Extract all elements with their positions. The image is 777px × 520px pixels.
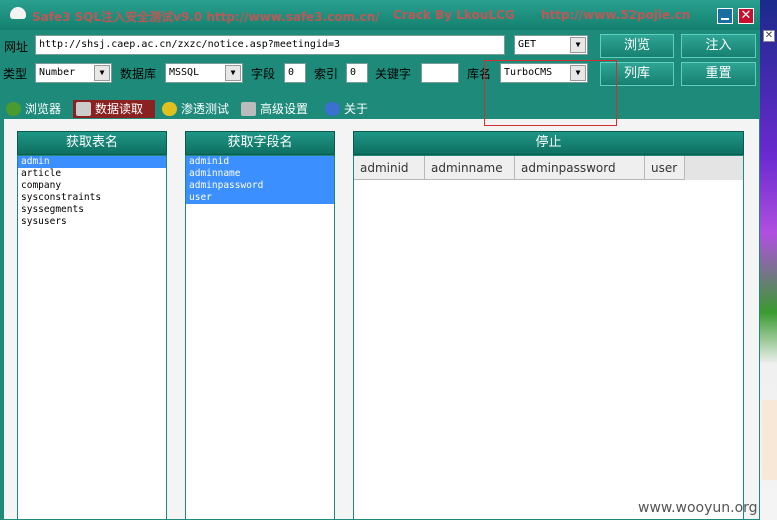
column-header[interactable]: user xyxy=(645,156,685,180)
list-item[interactable]: admin xyxy=(18,156,166,168)
db-value: MSSQL xyxy=(169,67,200,78)
type-label: 类型 xyxy=(3,67,28,81)
field-input[interactable]: 0 xyxy=(284,63,306,83)
window-title-url: http://www.52pojie.cn xyxy=(541,8,691,22)
tab-data-read[interactable]: 数据读取 xyxy=(73,100,155,118)
list-item[interactable]: adminid xyxy=(186,156,334,168)
radiation-icon xyxy=(162,102,177,116)
tab-label: 浏览器 xyxy=(25,102,62,116)
minimize-button[interactable] xyxy=(717,8,733,24)
tab-label: 渗透测试 xyxy=(181,102,230,116)
desktop-figure xyxy=(762,400,777,480)
column-header[interactable]: adminname xyxy=(425,156,515,180)
db-label: 数据库 xyxy=(120,67,157,81)
tab-label: 关于 xyxy=(344,102,369,116)
tab-about[interactable]: 关于 xyxy=(322,100,378,118)
watermark: www.wooyun.org xyxy=(638,500,758,516)
stop-button[interactable]: 停止 xyxy=(353,131,744,155)
results-grid[interactable]: adminid adminname adminpassword user xyxy=(353,155,744,520)
desktop-close-icon[interactable]: ✕ xyxy=(763,30,775,42)
inject-button[interactable]: 注入 xyxy=(681,34,756,58)
tab-label: 高级设置 xyxy=(260,102,309,116)
window-title: Safe3 SQL注入安全测试v9.0 http://www.safe3.com… xyxy=(32,10,380,24)
list-item[interactable]: adminname xyxy=(186,168,334,180)
field-label: 字段 xyxy=(251,67,276,81)
list-item[interactable]: article xyxy=(18,168,166,180)
get-tables-button[interactable]: 获取表名 xyxy=(17,131,167,155)
chevron-down-icon[interactable]: ▼ xyxy=(94,65,110,81)
tab-browser[interactable]: 浏览器 xyxy=(3,100,61,118)
list-item[interactable]: sysusers xyxy=(18,216,166,228)
keyword-label: 关键字 xyxy=(375,67,412,81)
grid-header: adminid adminname adminpassword user xyxy=(354,156,743,180)
method-select[interactable]: GET ▼ xyxy=(514,35,588,55)
url-label: 网址 xyxy=(4,40,29,54)
tab-advanced[interactable]: 高级设置 xyxy=(238,100,308,118)
method-value: GET xyxy=(518,39,537,50)
chevron-down-icon[interactable]: ▼ xyxy=(570,37,586,53)
globe-icon xyxy=(6,102,21,116)
chevron-down-icon[interactable]: ▼ xyxy=(225,65,241,81)
list-item[interactable]: user xyxy=(186,192,334,204)
browse-button[interactable]: 浏览 xyxy=(600,34,674,58)
database-icon xyxy=(76,102,91,116)
type-select[interactable]: Number ▼ xyxy=(35,63,112,83)
window-title-crack: Crack By LkouLCG xyxy=(393,8,515,22)
tools-icon xyxy=(241,102,256,116)
list-item[interactable]: sysconstraints xyxy=(18,192,166,204)
title-bar: Safe3 SQL注入安全测试v9.0 http://www.safe3.com… xyxy=(0,0,760,30)
list-item[interactable]: adminpassword xyxy=(186,180,334,192)
url-input[interactable]: http://shsj.caep.ac.cn/zxzc/notice.asp?m… xyxy=(35,35,505,55)
index-input[interactable]: 0 xyxy=(346,63,368,83)
get-fields-button[interactable]: 获取字段名 xyxy=(185,131,335,155)
cloud-icon xyxy=(10,7,26,19)
db-select[interactable]: MSSQL ▼ xyxy=(165,63,243,83)
list-item[interactable]: syssegments xyxy=(18,204,166,216)
close-button[interactable]: ✕ xyxy=(738,8,754,24)
annotation-highlight xyxy=(484,60,617,126)
tab-pentest[interactable]: 渗透测试 xyxy=(159,100,229,118)
tab-label: 数据读取 xyxy=(95,102,144,116)
index-label: 索引 xyxy=(314,67,339,81)
keyword-input[interactable] xyxy=(421,63,459,83)
column-header[interactable]: adminid xyxy=(354,156,425,180)
fields-list[interactable]: adminid adminname adminpassword user xyxy=(185,155,335,520)
info-icon xyxy=(325,102,340,116)
column-header[interactable]: adminpassword xyxy=(515,156,645,180)
list-item[interactable]: company xyxy=(18,180,166,192)
type-value: Number xyxy=(39,67,76,78)
reset-button[interactable]: 重置 xyxy=(681,62,756,86)
tables-list[interactable]: admin article company sysconstraints sys… xyxy=(17,155,167,520)
